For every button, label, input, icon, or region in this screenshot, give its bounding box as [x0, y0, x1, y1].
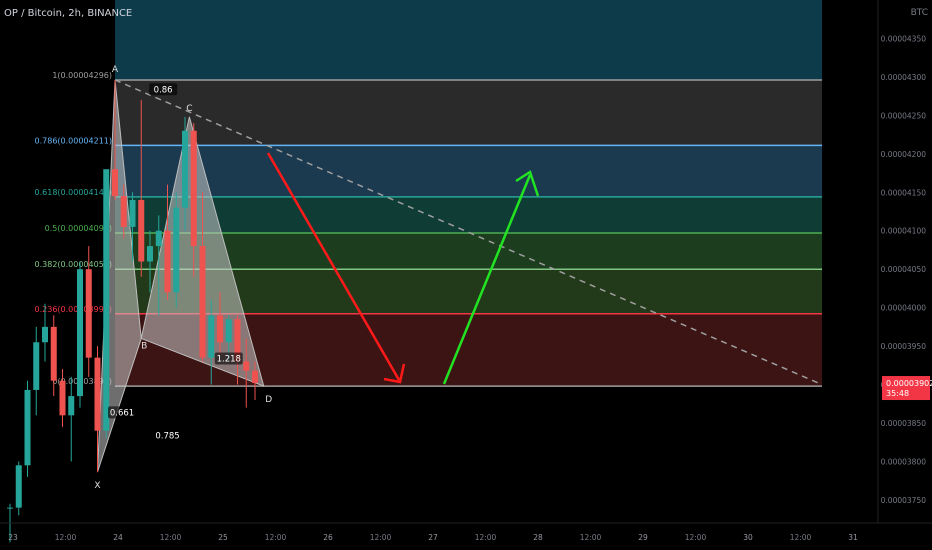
fib-label-3: 0.618(0.00004144): [35, 188, 113, 197]
x-tick-16: 31: [848, 533, 858, 542]
y-tick-2: 0.00004250: [881, 111, 927, 120]
last-price-countdown: 35:48: [886, 389, 909, 398]
y-tick-10: 0.00003850: [881, 419, 927, 428]
candle-body-10: [94, 357, 101, 431]
fib-zone-1: [115, 79, 822, 146]
x-tick-7: 12:00: [370, 533, 392, 542]
x-tick-15: 12:00: [790, 533, 812, 542]
ratio-label-3: 1.218: [217, 354, 241, 364]
x-tick-4: 25: [218, 533, 228, 542]
fib-zone-3: [115, 196, 822, 234]
x-tick-10: 28: [533, 533, 543, 542]
x-tick-9: 12:00: [475, 533, 497, 542]
ratio-label-0: 0.86: [154, 85, 173, 95]
price-axis-unit: BTC: [910, 8, 928, 18]
candle-body-12: [112, 169, 118, 197]
candle-body-28: [252, 370, 258, 384]
fib-label-5: 0.382(0.00004050): [35, 260, 113, 269]
x-tick-5: 12:00: [265, 533, 287, 542]
candle-body-13: [120, 196, 127, 227]
x-tick-6: 26: [323, 533, 333, 542]
fib-zone-0: [115, 0, 822, 80]
candle-body-14: [129, 199, 136, 227]
candle-body-2: [24, 389, 31, 466]
candle-body-25: [225, 319, 232, 343]
pattern-point-D: D: [265, 395, 272, 405]
x-tick-2: 24: [113, 533, 123, 542]
x-tick-3: 12:00: [160, 533, 182, 542]
candle-body-11: [103, 169, 110, 431]
y-tick-12: 0.00003750: [881, 496, 927, 505]
candle-body-18: [164, 230, 171, 293]
pattern-point-C: C: [186, 104, 192, 114]
y-tick-1: 0.00004300: [881, 73, 927, 82]
candle-body-6: [59, 380, 66, 416]
chart-stage[interactable]: 1.272(0.00004404)1(0.00004296)0.786(0.00…: [0, 0, 932, 550]
candle-body-20: [182, 130, 188, 208]
candle-body-27: [243, 361, 250, 371]
x-tick-8: 27: [428, 533, 438, 542]
x-tick-11: 12:00: [580, 533, 602, 542]
y-tick-11: 0.00003800: [881, 457, 927, 466]
candle-body-7: [68, 396, 75, 416]
candle-body-19: [173, 207, 180, 293]
last-price-value: 0.00003902: [886, 379, 932, 388]
y-tick-0: 0.00004350: [881, 34, 927, 43]
candle-body-9: [85, 269, 92, 358]
candle-body-1: [15, 465, 22, 508]
fib-label-1: 1(0.00004296): [52, 71, 112, 80]
candle-body-24: [217, 315, 223, 343]
x-tick-0: 23: [8, 533, 18, 542]
candle-body-15: [138, 199, 145, 262]
y-tick-3: 0.00004200: [881, 150, 927, 159]
chart-canvas[interactable]: 1.272(0.00004404)1(0.00004296)0.786(0.00…: [0, 0, 932, 550]
candle-body-23: [208, 315, 215, 358]
x-tick-13: 12:00: [685, 533, 707, 542]
candle-body-4: [42, 326, 48, 343]
candle-body-0: [7, 507, 13, 509]
candle-body-3: [33, 342, 40, 390]
x-tick-1: 12:00: [55, 533, 77, 542]
y-tick-5: 0.00004100: [881, 227, 927, 236]
fib-zone-2: [115, 145, 822, 197]
pattern-point-A: A: [112, 65, 119, 75]
x-tick-14: 30: [743, 533, 753, 542]
y-tick-6: 0.00004050: [881, 265, 927, 274]
fib-label-2: 0.786(0.00004211): [35, 136, 113, 145]
ratio-label-1: 0.661: [110, 408, 134, 418]
chart-title: OP / Bitcoin, 2h, BINANCE: [4, 8, 133, 19]
fib-label-6: 0.236(0.00003992): [35, 305, 113, 314]
pattern-point-X: X: [94, 481, 100, 491]
x-tick-12: 29: [638, 533, 648, 542]
candle-body-16: [147, 246, 153, 262]
candle-body-8: [77, 269, 83, 397]
y-tick-7: 0.00004000: [881, 304, 927, 313]
y-tick-8: 0.00003950: [881, 342, 927, 351]
ratio-label-2: 0.785: [155, 431, 179, 441]
y-tick-4: 0.00004150: [881, 188, 927, 197]
candle-body-5: [50, 326, 57, 381]
candle-body-22: [199, 246, 206, 358]
candle-body-21: [190, 130, 197, 247]
pattern-point-B: B: [141, 341, 147, 351]
candle-body-17: [155, 230, 162, 247]
fib-label-4: 0.5(0.00004097): [45, 224, 112, 233]
